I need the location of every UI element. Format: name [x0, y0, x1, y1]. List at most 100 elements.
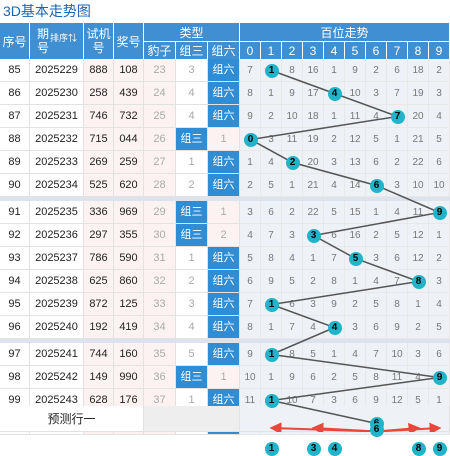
digit-cell: 1 [366, 201, 387, 224]
digit-cell: 5 [261, 174, 282, 197]
row-baozi: 33 [144, 293, 176, 316]
header-issue-label: 期号 [36, 27, 49, 55]
row-zu6: 组六 [208, 343, 240, 366]
predict-type-blank [144, 406, 240, 432]
header-baozi: 豹子 [144, 41, 176, 59]
digit-cell: 3 [303, 293, 324, 316]
row-machine: 297 [84, 224, 114, 247]
table-row: 95 2025239 872 125 33 3 组六 7 6 3 9 2 5 8 1 4 [0, 293, 450, 316]
row-issue: 2025236 [30, 224, 84, 247]
row-zu6: 1 [208, 366, 240, 389]
row-baozi: 36 [144, 366, 176, 389]
digit-cell: 10 [408, 174, 429, 197]
hit-ball: 9 [432, 205, 447, 220]
header-digit-8: 8 [408, 41, 429, 59]
predict-ball: 9 [432, 442, 447, 456]
digit-cell: 21 [303, 174, 324, 197]
digit-cell: 3 [282, 224, 303, 247]
digit-cell: 18 [303, 105, 324, 128]
row-prize: 439 [114, 82, 144, 105]
row-baozi: 31 [144, 247, 176, 270]
digit-cell: 21 [408, 128, 429, 151]
digit-cell: 9 [261, 270, 282, 293]
row-machine: 715 [84, 128, 114, 151]
digit-cell: 12 [345, 128, 366, 151]
digit-cell: 1 [408, 293, 429, 316]
header-bai: 百位走势 [240, 23, 450, 41]
row-zu3: 4 [176, 316, 208, 339]
table-row: 93 2025237 786 590 31 1 组六 5 8 4 1 7 3 6 12 2 [0, 247, 450, 270]
row-machine: 744 [84, 343, 114, 366]
hit-ball: 0 [243, 132, 258, 147]
hit-ball: 2 [285, 155, 300, 170]
digit-cell: 11 [387, 366, 408, 389]
digit-cell: 8 [282, 343, 303, 366]
row-issue: 2025232 [30, 128, 84, 151]
row-zu6: 1 [208, 201, 240, 224]
digit-cell: 1 [345, 270, 366, 293]
digit-cell: 7 [240, 59, 261, 82]
row-prize: 355 [114, 224, 144, 247]
digit-cell: 20 [303, 151, 324, 174]
predict-ball: 3 [306, 442, 321, 456]
digit-cell: 6 [429, 151, 450, 174]
row-zu6: 组六 [208, 151, 240, 174]
header-digit-6: 6 [366, 41, 387, 59]
digit-cell: 11 [345, 105, 366, 128]
digit-cell: 7 [366, 343, 387, 366]
row-zu6: 1 [208, 128, 240, 151]
header-zu6: 组六 [208, 41, 240, 59]
digit-cell: 6 [303, 366, 324, 389]
row-prize: 860 [114, 270, 144, 293]
hit-ball: 5 [348, 251, 363, 266]
table-row: 85 2025229 888 108 23 3 组六 7 8 16 1 9 2 6 18 2 [0, 59, 450, 82]
row-zu3: 3 [176, 59, 208, 82]
digit-cell: 19 [303, 128, 324, 151]
digit-cell: 6 [429, 343, 450, 366]
predict-ball: 8 [411, 442, 426, 456]
row-baozi: 32 [144, 270, 176, 293]
digit-cell: 14 [345, 174, 366, 197]
hit-ball: 7 [390, 109, 405, 124]
hit-ball: 4 [327, 320, 342, 335]
digit-cell: 8 [240, 316, 261, 339]
row-zu3: 1 [176, 151, 208, 174]
row-zu3: 组三 [176, 201, 208, 224]
header-machine-label: 试机号 [86, 27, 111, 55]
digit-cell: 1 [429, 224, 450, 247]
row-machine: 149 [84, 366, 114, 389]
digit-cell: 3 [345, 316, 366, 339]
digit-cell: 8 [261, 247, 282, 270]
digit-cell: 6 [261, 201, 282, 224]
header-issue[interactable]: 期号 排序⇅ [30, 23, 84, 59]
digit-cell: 2 [282, 201, 303, 224]
digit-cell: 9 [324, 293, 345, 316]
digit-cell: 13 [345, 151, 366, 174]
digit-cell: 5 [387, 224, 408, 247]
header-digit-5: 5 [345, 41, 366, 59]
digit-cell: 7 [387, 82, 408, 105]
row-machine: 192 [84, 316, 114, 339]
digit-cell: 4 [387, 201, 408, 224]
row-prize: 732 [114, 105, 144, 128]
digit-cell: 11 [408, 201, 429, 224]
hit-ball: 1 [264, 63, 279, 78]
digit-cell: 1 [261, 366, 282, 389]
digit-cell: 22 [408, 151, 429, 174]
row-issue: 2025229 [30, 59, 84, 82]
row-baozi: 27 [144, 151, 176, 174]
digit-cell: 16 [303, 59, 324, 82]
row-issue: 2025234 [30, 174, 84, 197]
digit-cell: 10 [387, 343, 408, 366]
row-issue: 2025237 [30, 247, 84, 270]
row-prize: 044 [114, 128, 144, 151]
row-baozi: 35 [144, 343, 176, 366]
digit-cell: 6 [282, 293, 303, 316]
predict-area[interactable] [240, 406, 450, 432]
sort-button[interactable]: 排序⇅ [50, 31, 77, 44]
row-zu3: 5 [176, 343, 208, 366]
trend-table: 序号 期号 排序⇅ 试机号 奖号 类型 百位走势 豹子 组三 组六 012345… [0, 23, 450, 456]
digit-cell: 1 [282, 174, 303, 197]
row-baozi: 34 [144, 316, 176, 339]
digit-cell: 8 [366, 366, 387, 389]
